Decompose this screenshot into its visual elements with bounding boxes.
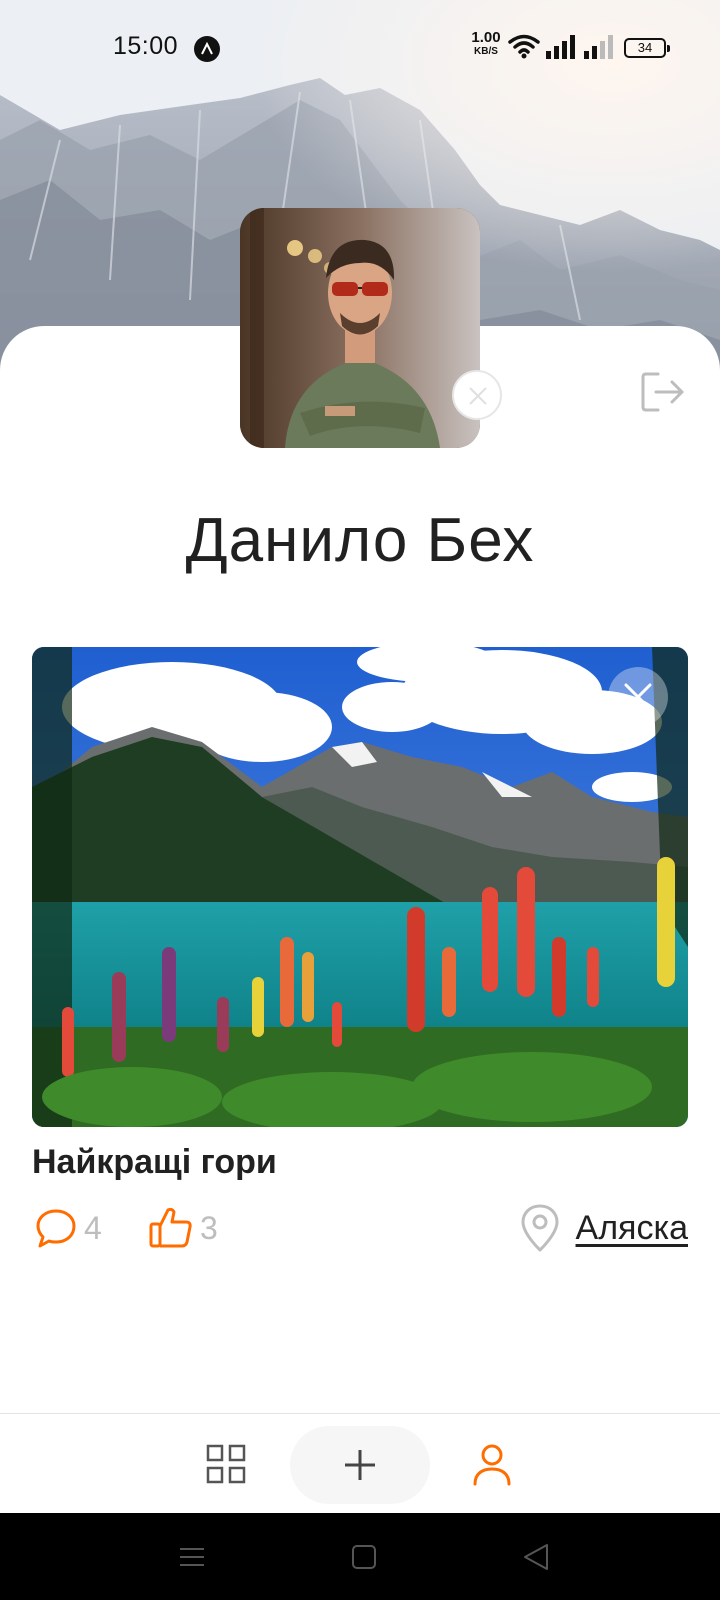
avatar[interactable] (240, 208, 480, 448)
post-location-link[interactable]: Аляска (520, 1202, 688, 1254)
wifi-icon (508, 33, 540, 64)
logout-button[interactable] (640, 370, 688, 414)
comments-count: 4 (84, 1209, 102, 1246)
post-title: Найкращі гори (32, 1143, 277, 1181)
signal-icon (545, 35, 577, 64)
map-pin-icon (521, 1204, 559, 1252)
delete-post-button[interactable] (608, 667, 668, 727)
profile-name: Данило Бех (185, 506, 535, 575)
battery-icon: 34 (624, 38, 670, 58)
post-comments-button[interactable]: 4 (34, 1204, 102, 1252)
tab-posts[interactable] (206, 1444, 246, 1484)
close-circle-icon (469, 387, 487, 405)
post-image[interactable] (32, 647, 688, 1127)
home-icon[interactable] (350, 1543, 378, 1576)
plus-icon (345, 1450, 375, 1480)
user-icon (473, 1444, 511, 1486)
comment-icon (36, 1209, 76, 1248)
close-icon (624, 683, 652, 711)
system-navigation-bar (0, 1513, 720, 1600)
network-speed-unit: KB/S (474, 46, 498, 57)
network-speed-value: 1.00 (471, 29, 501, 46)
signal-icon (583, 35, 615, 64)
thumbs-up-icon (149, 1207, 192, 1248)
tab-create-post[interactable] (290, 1426, 430, 1504)
menu-icon[interactable] (178, 1543, 206, 1576)
app-notification-icon (194, 36, 220, 62)
status-time: 15:00 (113, 32, 179, 60)
bottom-tab-bar (0, 1413, 720, 1513)
remove-avatar-button[interactable] (452, 370, 502, 420)
location-label: Аляска (575, 1208, 688, 1247)
back-icon[interactable] (522, 1542, 550, 1577)
post-likes-button[interactable]: 3 (148, 1204, 218, 1252)
tab-profile[interactable] (470, 1442, 514, 1486)
likes-count: 3 (200, 1209, 218, 1246)
logout-icon (641, 372, 684, 412)
network-speed: 1.00 KB/S (468, 29, 504, 58)
status-bar: 15:00 1.00 KB/S 34 (0, 0, 720, 96)
grid-icon (206, 1444, 246, 1484)
